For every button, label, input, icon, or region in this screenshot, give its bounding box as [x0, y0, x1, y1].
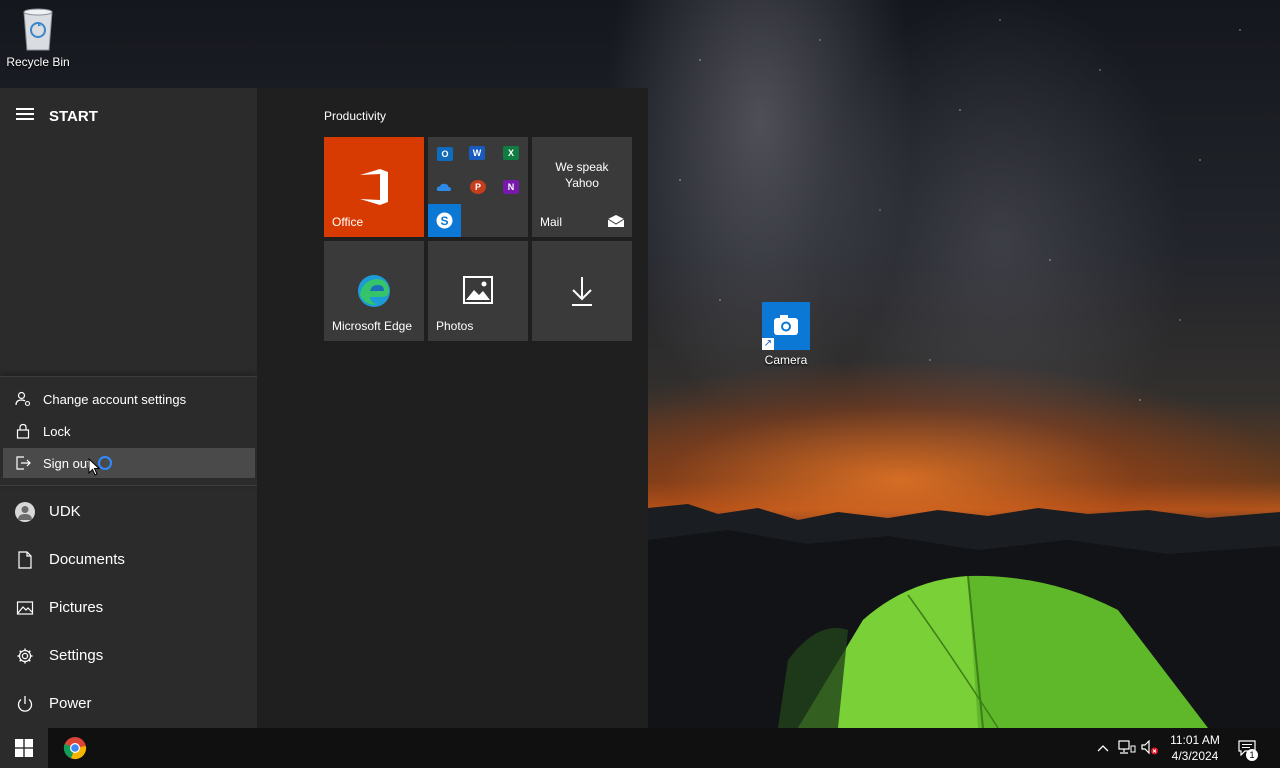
settings-label: Settings — [49, 647, 104, 664]
clock-time: 11:01 AM — [1170, 733, 1220, 747]
chevron-up-icon — [1097, 745, 1109, 752]
mail-live-line-1: We speak — [555, 160, 609, 174]
word-icon: W — [469, 146, 485, 160]
start-button[interactable] — [0, 728, 48, 768]
busy-spinner-icon — [98, 456, 112, 470]
power-nav-item[interactable]: Power — [0, 680, 257, 728]
taskbar: 11:01 AM 4/3/2024 1 — [0, 728, 1280, 768]
show-hidden-icons-button[interactable] — [1094, 728, 1112, 768]
onenote-icon: N — [503, 180, 519, 194]
photos-tile[interactable]: Photos — [428, 241, 528, 341]
microsoft-edge-tile[interactable]: Microsoft Edge — [324, 241, 424, 341]
avatar — [15, 502, 35, 522]
powerpoint-icon: P — [470, 180, 486, 194]
edge-icon — [358, 275, 390, 307]
volume-tray-button[interactable] — [1140, 728, 1160, 768]
office-tile[interactable]: Office — [324, 137, 424, 237]
network-tray-button[interactable] — [1116, 728, 1138, 768]
download-placeholder-tile[interactable] — [532, 241, 632, 341]
download-arrow-icon — [572, 277, 592, 306]
excel-icon: X — [503, 146, 519, 160]
change-account-settings-menu-item[interactable]: Change account settings — [3, 384, 255, 414]
shortcut-arrow-icon: ↗ — [762, 338, 774, 350]
mouse-cursor-icon — [88, 458, 100, 476]
gear-icon — [17, 648, 33, 664]
windows-logo-icon — [15, 739, 33, 757]
chrome-taskbar-button[interactable] — [52, 728, 98, 768]
lock-icon — [16, 423, 30, 439]
chrome-icon — [63, 737, 87, 760]
power-label: Power — [49, 695, 92, 712]
svg-text:S: S — [440, 214, 448, 228]
sign-out-icon — [16, 456, 31, 470]
skype-icon: S — [428, 204, 461, 237]
mail-tile[interactable]: We speak Yahoo Mail — [532, 137, 632, 237]
onedrive-icon — [436, 181, 452, 195]
sign-out-menu-item[interactable]: Sign out — [3, 448, 255, 478]
photos-tile-label: Photos — [436, 319, 474, 333]
account-flyout-menu: Change account settings Lock Sign out — [0, 376, 257, 486]
mail-live-content: We speak Yahoo — [532, 159, 632, 191]
lock-label: Lock — [43, 424, 71, 439]
volume-muted-icon — [1141, 740, 1158, 755]
outlook-icon: O — [437, 147, 453, 161]
user-account-button[interactable]: UDK — [0, 488, 257, 536]
photos-icon — [463, 276, 493, 304]
document-icon — [18, 551, 32, 569]
power-icon — [17, 696, 33, 712]
user-name-label: UDK — [49, 503, 81, 520]
settings-nav-item[interactable]: Settings — [0, 632, 257, 680]
recycle-bin-icon — [23, 8, 53, 51]
mail-live-line-2: Yahoo — [565, 176, 599, 190]
recycle-bin-desktop-icon[interactable]: Recycle Bin — [0, 6, 76, 69]
start-menu-sidebar: START Change account settings Lock Sign … — [0, 88, 257, 728]
camera-label: Camera — [764, 353, 808, 367]
picture-icon — [16, 601, 34, 615]
documents-label: Documents — [49, 551, 125, 568]
clock-date: 4/3/2024 — [1171, 749, 1219, 763]
camera-icon: ↗ — [762, 302, 810, 350]
office-apps-folder-tile[interactable]: O W X P N S — [428, 137, 528, 237]
start-header: START — [0, 88, 257, 144]
pictures-nav-item[interactable]: Pictures — [0, 584, 257, 632]
sign-out-label: Sign out — [43, 456, 91, 471]
clock[interactable]: 11:01 AM 4/3/2024 — [1162, 732, 1228, 768]
documents-nav-item[interactable]: Documents — [0, 536, 257, 584]
action-center-button[interactable] — [1234, 728, 1274, 768]
network-icon — [1118, 740, 1136, 754]
change-account-settings-label: Change account settings — [43, 392, 187, 407]
lock-menu-item[interactable]: Lock — [3, 416, 255, 446]
start-tiles-pane: Productivity Office O W X P N S We speak… — [257, 88, 648, 728]
pictures-label: Pictures — [49, 599, 104, 616]
edge-tile-label: Microsoft Edge — [332, 319, 413, 333]
person-gear-icon — [15, 391, 31, 407]
mail-tile-label: Mail — [540, 215, 563, 229]
tile-group-label: Productivity — [324, 109, 387, 123]
hamburger-menu-icon[interactable] — [16, 108, 34, 122]
camera-desktop-icon[interactable]: ↗ Camera — [748, 302, 824, 367]
mountain-silhouette — [648, 504, 1280, 728]
mail-envelope-icon — [608, 215, 624, 227]
notification-count-badge: 1 — [1246, 749, 1258, 761]
office-tile-label: Office — [332, 215, 364, 229]
recycle-bin-label: Recycle Bin — [6, 55, 70, 69]
start-title: START — [49, 108, 98, 125]
